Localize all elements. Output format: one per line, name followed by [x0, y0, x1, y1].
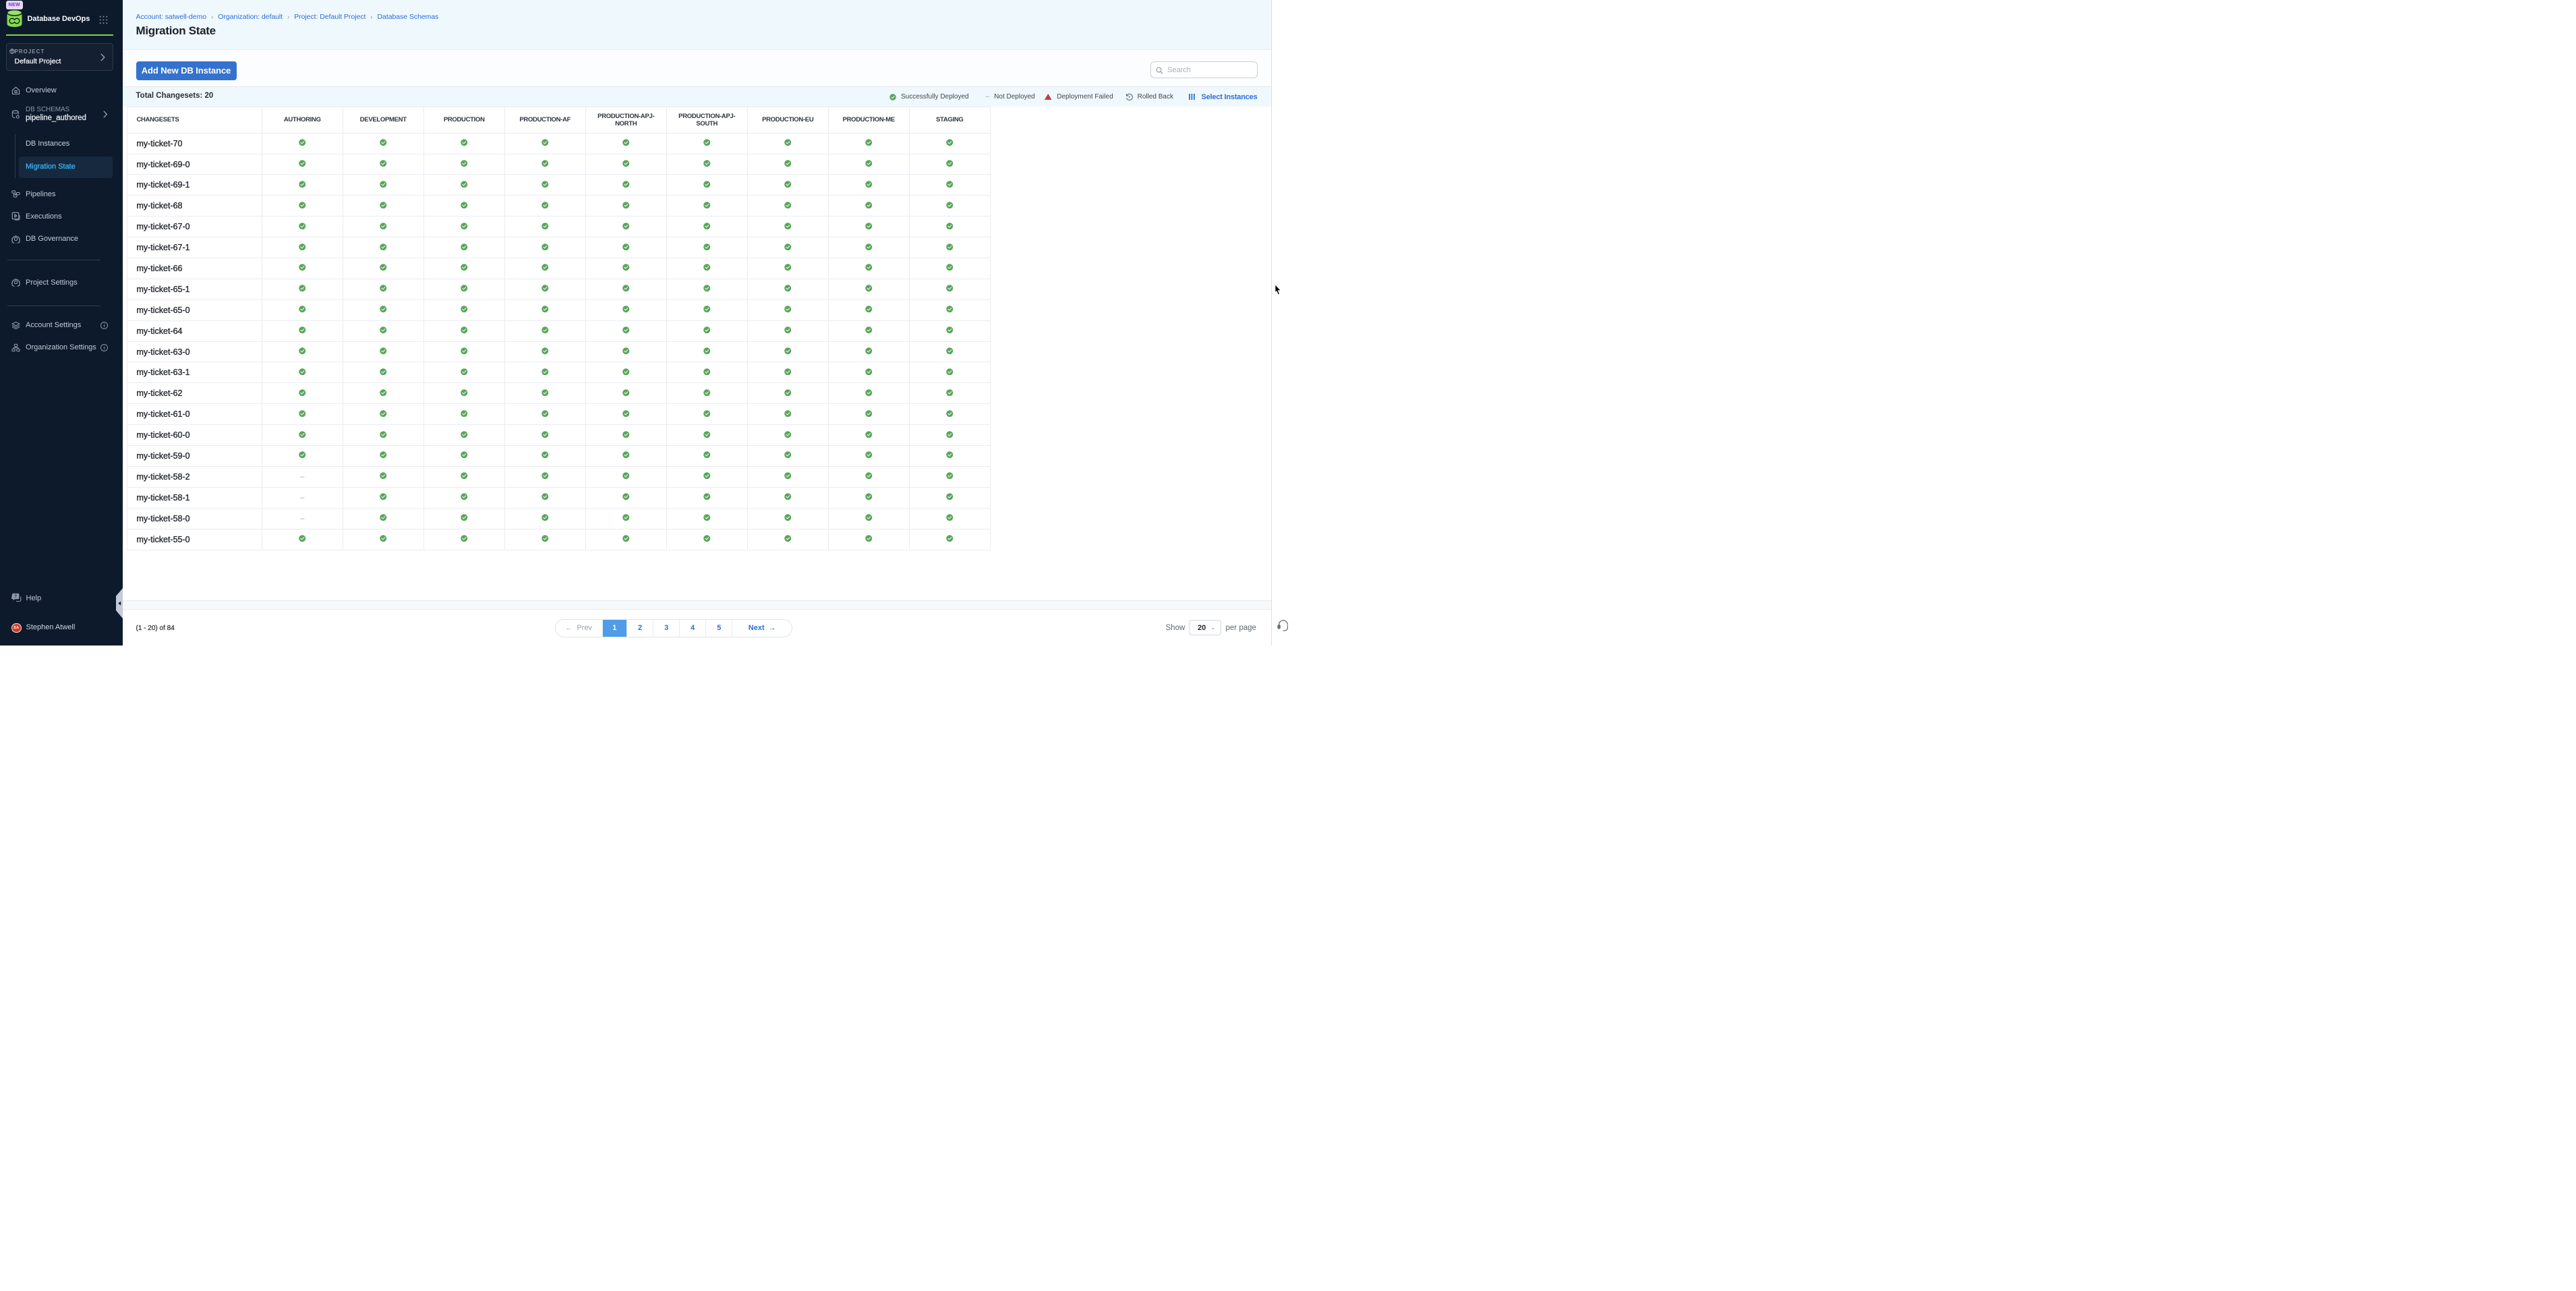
svg-text:?: ?	[14, 594, 17, 599]
